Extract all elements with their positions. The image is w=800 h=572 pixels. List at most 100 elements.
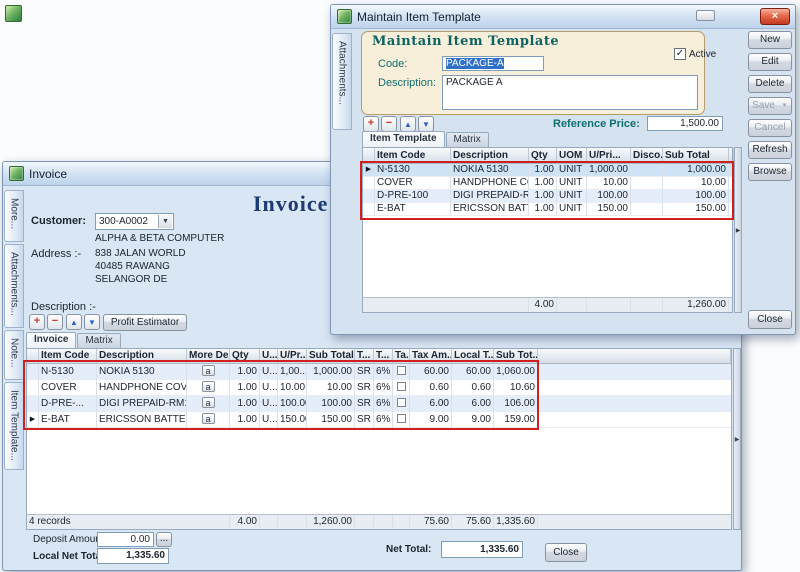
cell-tax-rate[interactable]: 6%	[374, 412, 393, 428]
cell-unit-price[interactable]: 1,000.00	[587, 164, 631, 177]
column-header[interactable]: Description	[97, 349, 187, 364]
cell-discount[interactable]	[631, 203, 663, 216]
cell-uom[interactable]: U...	[260, 412, 278, 428]
sidebar-tab-item-template[interactable]: Item Template...	[4, 382, 24, 470]
cell-description[interactable]: DIGI PREPAID-RM100	[97, 396, 187, 412]
cell-qty[interactable]: 1.00	[230, 412, 260, 428]
column-header[interactable]: T...	[355, 349, 374, 364]
cell-item-code[interactable]: E-BAT	[39, 412, 97, 428]
cell-qty[interactable]: 1.00	[529, 203, 557, 216]
add-item-button[interactable]: +	[29, 314, 45, 330]
sidebar-tab-attachments[interactable]: Attachments...	[332, 33, 352, 130]
customer-dropdown-icon[interactable]: ▼	[158, 215, 172, 228]
cell-qty[interactable]: 1.00	[230, 396, 260, 412]
cell-tax-rate[interactable]: 6%	[374, 364, 393, 380]
edit-button[interactable]: Edit	[748, 53, 792, 71]
more-description-button[interactable]: a	[202, 397, 215, 408]
close-window-button[interactable]: ×	[760, 8, 790, 25]
cell-tax-code[interactable]: SR	[355, 364, 374, 380]
table-row[interactable]: ▶ N-5130 NOKIA 5130 1.00 UNIT 1,000.00 1…	[363, 164, 732, 177]
cell-discount[interactable]	[631, 164, 663, 177]
cell-tax-amount[interactable]: 9.00	[410, 412, 452, 428]
cell-unit-price[interactable]: 10.00	[587, 177, 631, 190]
column-header[interactable]: T...	[374, 349, 393, 364]
tab-matrix[interactable]: Matrix	[77, 333, 120, 348]
tab-matrix[interactable]: Matrix	[446, 132, 489, 147]
tax-inclusive-checkbox[interactable]	[397, 366, 406, 375]
move-down-button[interactable]: ▼	[418, 116, 434, 132]
cell-unit-price[interactable]: 10.00	[278, 380, 307, 396]
cell-sub-total-with-tax[interactable]: 1,060.00	[494, 364, 538, 380]
cell-uom[interactable]: U...	[260, 364, 278, 380]
cell-discount[interactable]	[631, 190, 663, 203]
cell-item-code[interactable]: COVER	[39, 380, 97, 396]
cell-uom[interactable]: U...	[260, 396, 278, 412]
move-up-button[interactable]: ▲	[66, 314, 82, 330]
cell-tax-rate[interactable]: 6%	[374, 396, 393, 412]
cell-description[interactable]: HANDPHONE COVER	[97, 380, 187, 396]
column-header[interactable]: UOM	[557, 148, 587, 164]
customer-combo[interactable]: 300-A0002 ▼	[95, 213, 174, 230]
close-button[interactable]: Close	[748, 310, 792, 329]
save-button[interactable]: Save	[748, 97, 779, 115]
description-input[interactable]: PACKAGE A	[442, 75, 698, 110]
remove-item-button[interactable]: −	[47, 314, 63, 330]
cell-tax-amount[interactable]: 60.00	[410, 364, 452, 380]
browse-button[interactable]: Browse	[748, 163, 792, 181]
cell-tax-amount[interactable]: 0.60	[410, 380, 452, 396]
move-up-button[interactable]: ▲	[400, 116, 416, 132]
cell-item-code[interactable]: COVER	[375, 177, 451, 190]
table-row[interactable]: E-BAT ERICSSON BATTERY 1.00 UNIT 150.00 …	[363, 203, 732, 216]
cell-tax-code[interactable]: SR	[355, 396, 374, 412]
cell-tax-amount[interactable]: 6.00	[410, 396, 452, 412]
table-row[interactable]: D-PRE-... DIGI PREPAID-RM100 a 1.00 U...…	[27, 396, 731, 412]
cell-description[interactable]: NOKIA 5130	[97, 364, 187, 380]
deposit-amount-field[interactable]: 0.00	[97, 532, 154, 547]
tax-inclusive-checkbox[interactable]	[397, 414, 406, 423]
close-button[interactable]: Close	[545, 543, 587, 562]
delete-button[interactable]: Delete	[748, 75, 792, 93]
sidebar-tab-attachments[interactable]: Attachments...	[4, 244, 24, 328]
cell-item-code[interactable]: N-5130	[375, 164, 451, 177]
cell-sub-total-with-tax[interactable]: 10.60	[494, 380, 538, 396]
cell-discount[interactable]	[631, 177, 663, 190]
column-header[interactable]: Item Code	[39, 349, 97, 364]
cell-sub-total[interactable]: 100.00	[663, 190, 729, 203]
cell-sub-total[interactable]: 100.00	[307, 396, 355, 412]
cell-unit-price[interactable]: 100.00	[278, 396, 307, 412]
more-description-button[interactable]: a	[202, 413, 215, 424]
column-header[interactable]: Description	[451, 148, 529, 164]
expand-panel-button[interactable]: ▶	[733, 348, 741, 530]
cell-uom[interactable]: UNIT	[557, 190, 587, 203]
table-row[interactable]: D-PRE-100 DIGI PREPAID-RM... 1.00 UNIT 1…	[363, 190, 732, 203]
column-header[interactable]: More De...	[187, 349, 230, 364]
cancel-button[interactable]: Cancel	[748, 119, 792, 137]
table-row[interactable]: ▶ E-BAT ERICSSON BATTERY a 1.00 U... 150…	[27, 412, 731, 428]
profit-estimator-button[interactable]: Profit Estimator	[103, 314, 187, 331]
cell-local-tax[interactable]: 6.00	[452, 396, 494, 412]
cell-sub-total-with-tax[interactable]: 106.00	[494, 396, 538, 412]
cell-sub-total[interactable]: 1,000.00	[663, 164, 729, 177]
cell-uom[interactable]: UNIT	[557, 164, 587, 177]
cell-sub-total[interactable]: 10.00	[663, 177, 729, 190]
sidebar-tab-more[interactable]: More...	[4, 190, 24, 242]
cell-item-code[interactable]: D-PRE-100	[375, 190, 451, 203]
cell-item-code[interactable]: D-PRE-...	[39, 396, 97, 412]
column-header[interactable]: Qty	[230, 349, 260, 364]
cell-sub-total[interactable]: 1,000.00	[307, 364, 355, 380]
column-header[interactable]: Item Code	[375, 148, 451, 164]
tax-inclusive-checkbox[interactable]	[397, 382, 406, 391]
more-description-button[interactable]: a	[202, 381, 215, 392]
app-icon[interactable]	[5, 5, 22, 22]
cell-tax-rate[interactable]: 6%	[374, 380, 393, 396]
cell-uom[interactable]: UNIT	[557, 203, 587, 216]
cell-tax-code[interactable]: SR	[355, 412, 374, 428]
cell-item-code[interactable]: N-5130	[39, 364, 97, 380]
column-header[interactable]: Disco...	[631, 148, 663, 164]
column-header[interactable]: Ta...	[393, 349, 410, 364]
move-down-button[interactable]: ▼	[84, 314, 100, 330]
cell-description[interactable]: HANDPHONE COVER	[451, 177, 529, 190]
cell-description[interactable]: ERICSSON BATTERY	[97, 412, 187, 428]
tax-inclusive-checkbox[interactable]	[397, 398, 406, 407]
add-item-button[interactable]: +	[363, 116, 379, 132]
